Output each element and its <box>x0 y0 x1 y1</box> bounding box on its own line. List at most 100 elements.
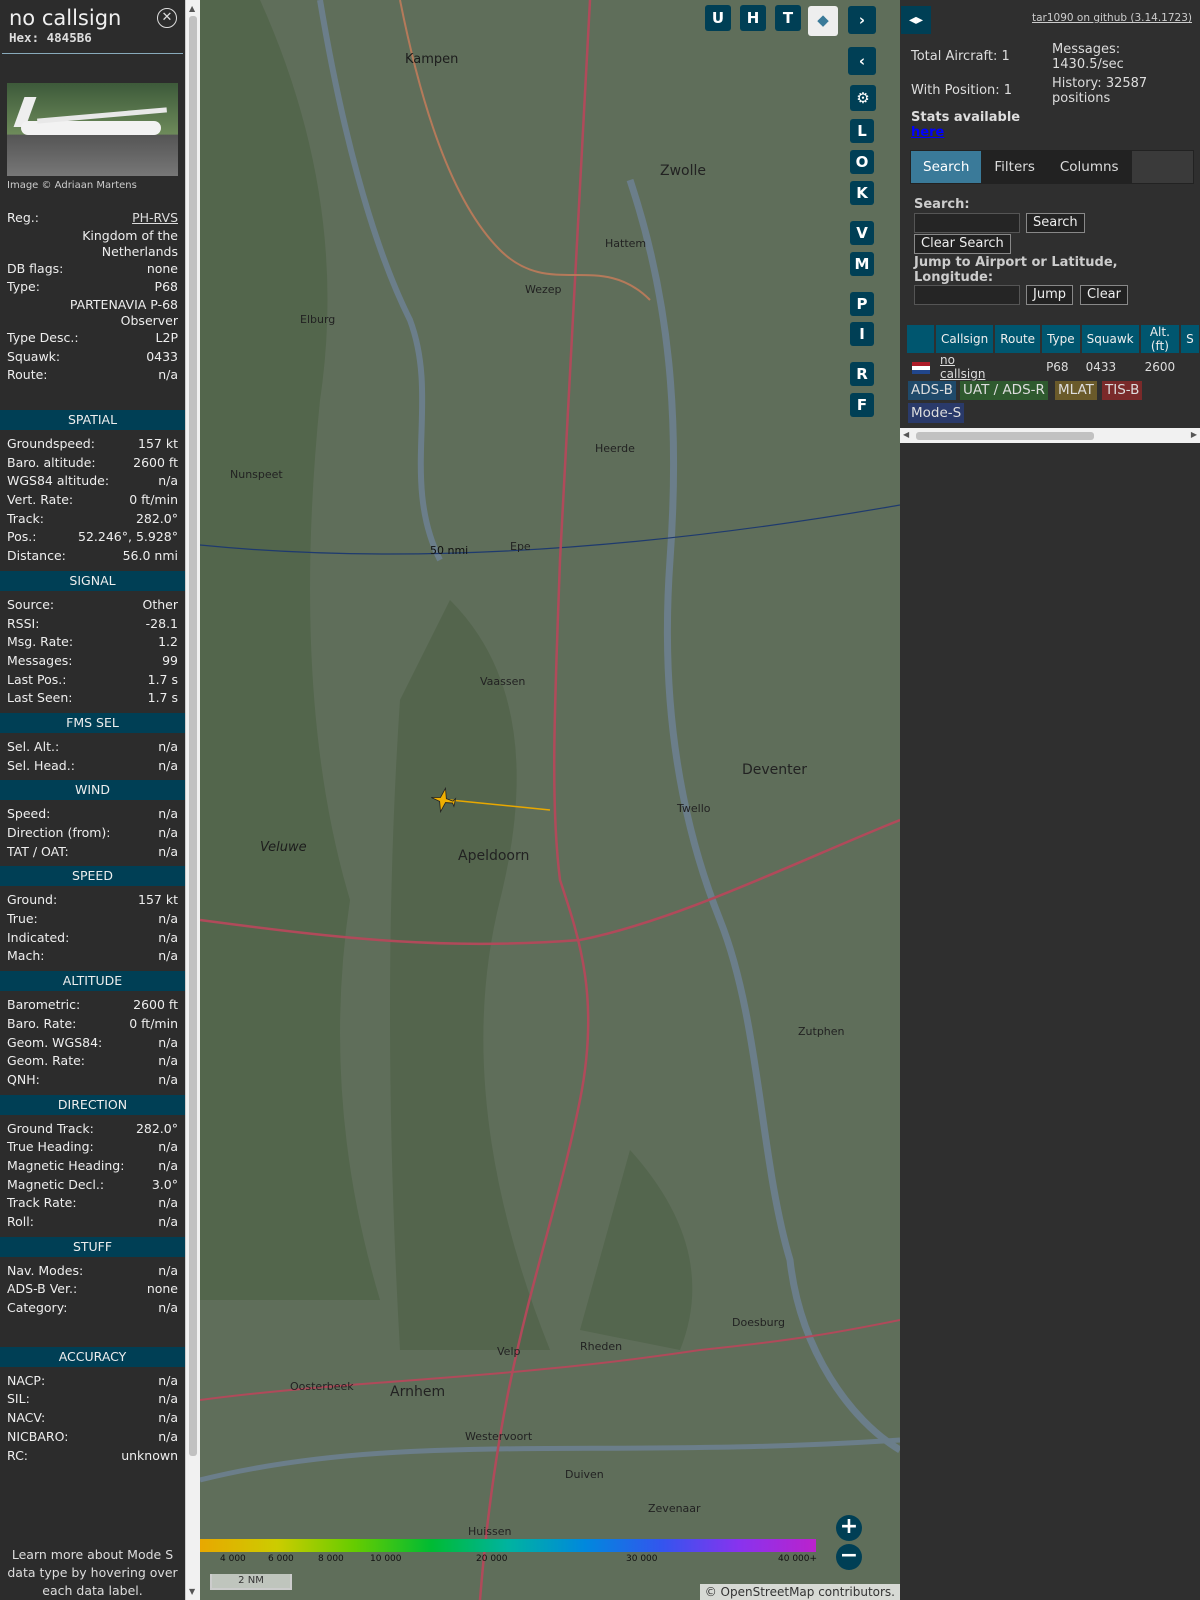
column-header-alt-ft[interactable]: Alt. (ft) <box>1139 325 1182 353</box>
map-button-t[interactable]: T <box>775 5 801 31</box>
info-label: Track Rate: <box>7 1195 77 1211</box>
info-row: Category: n/a <box>0 1299 185 1318</box>
info-value: n/a <box>158 738 178 754</box>
source-badge-tis-b: TIS-B <box>1102 380 1143 400</box>
jump-button[interactable]: Jump <box>1026 285 1073 305</box>
settings-button[interactable]: ⚙ <box>850 85 876 111</box>
map-button-p[interactable]: P <box>850 292 874 316</box>
info-value: unknown <box>121 1447 178 1463</box>
detail-value: L2P <box>155 330 178 346</box>
map-button-v[interactable]: V <box>850 221 874 245</box>
info-row: Track Rate: n/a <box>0 1194 185 1213</box>
expand-collapse-icon: ◂▸ <box>908 12 924 28</box>
map-button-u[interactable]: U <box>705 5 731 31</box>
map-button-m[interactable]: M <box>850 252 874 276</box>
info-row: Msg. Rate: 1.2 <box>0 633 185 652</box>
info-value: n/a <box>158 1428 178 1444</box>
info-row: Last Seen: 1.7 s <box>0 689 185 708</box>
info-row: Nav. Modes: n/a <box>0 1262 185 1281</box>
info-label: Baro. altitude: <box>7 454 96 470</box>
jump-label: Jump to Airport or Latitude, Longitude: <box>914 255 1118 285</box>
history-count: History: 32587 positions <box>1052 76 1148 106</box>
altitude-color-legend <box>200 1539 816 1552</box>
zoom-in-button[interactable]: + <box>836 1515 862 1541</box>
info-value: n/a <box>158 757 178 773</box>
stats-label: Stats available <box>911 110 1021 125</box>
place-label: Kampen <box>405 52 459 67</box>
aircraft-photo[interactable] <box>7 83 178 176</box>
place-label: Duiven <box>565 1468 604 1481</box>
column-header-squawk[interactable]: Squawk <box>1080 325 1141 353</box>
registration-link[interactable]: PH-RVS <box>132 209 178 228</box>
altitude-tick-label: 10 000 <box>370 1554 402 1564</box>
info-label: RC: <box>7 1447 29 1463</box>
info-value: 99 <box>162 652 178 668</box>
zoom-out-button[interactable]: − <box>836 1544 862 1570</box>
info-value: n/a <box>158 1157 178 1173</box>
toggle-sidebar-button[interactable]: ◂▸ <box>901 6 931 34</box>
column-header-route[interactable]: Route <box>994 325 1043 353</box>
map-button-k[interactable]: K <box>850 181 874 205</box>
place-label: Rheden <box>580 1340 623 1353</box>
detail-value: none <box>146 260 178 276</box>
tab-search[interactable]: Search <box>911 151 982 183</box>
column-header-type[interactable]: Type <box>1041 325 1082 353</box>
info-label: Ground: <box>7 892 58 908</box>
info-value: n/a <box>158 1195 178 1211</box>
info-row: Roll: n/a <box>0 1213 185 1232</box>
info-value: n/a <box>158 929 178 945</box>
source-badge-mode-s: Mode-S <box>908 403 965 423</box>
jump-input[interactable] <box>914 285 1020 305</box>
collapse-left-button[interactable]: ‹ <box>848 47 876 75</box>
search-input[interactable] <box>914 213 1020 233</box>
altitude-tick-label: 4 000 <box>220 1554 246 1564</box>
info-row: Magnetic Decl.: 3.0° <box>0 1176 185 1195</box>
expand-right-button[interactable]: › <box>848 6 876 34</box>
info-value: n/a <box>158 911 178 927</box>
map-button-i[interactable]: I <box>850 322 874 346</box>
map-attribution[interactable]: © OpenStreetMap contributors. <box>699 1584 900 1600</box>
minus-icon: − <box>839 1543 859 1568</box>
info-value: none <box>146 1281 178 1297</box>
info-row: Geom. WGS84: n/a <box>0 1034 185 1053</box>
tab-filters[interactable]: Filters <box>982 151 1046 183</box>
callsign-link[interactable]: no callsign <box>940 353 985 381</box>
map-button-o[interactable]: O <box>850 150 874 174</box>
column-header-callsign[interactable]: Callsign <box>935 325 996 353</box>
aircraft-table: Callsign Route Type Squawk Alt. (ft) S no cal… <box>907 325 1200 381</box>
detail-label: Squawk: <box>7 348 61 364</box>
panel-tabs: Search Filters Columns <box>910 150 1194 184</box>
github-link[interactable]: tar1090 on github (3.14.1723) <box>1032 12 1192 24</box>
aircraft-row[interactable]: no callsign P68 0433 2600 <box>907 353 1200 381</box>
altitude-tick-label: 8 000 <box>318 1554 344 1564</box>
map-button-l[interactable]: L <box>850 119 874 143</box>
info-value: 0 ft/min <box>129 1015 178 1031</box>
detail-row: Kingdom of the Netherlands <box>0 228 185 260</box>
table-horizontal-scrollbar[interactable]: ◀ ▶ <box>900 428 1200 443</box>
sidebar-scrollbar[interactable]: ▲ ▼ <box>185 0 200 1600</box>
info-label: Sel. Alt.: <box>7 738 60 754</box>
info-row: Distance: 56.0 nmi <box>0 547 185 566</box>
column-header-s[interactable]: S <box>1180 325 1200 353</box>
map-button-h[interactable]: H <box>740 5 766 31</box>
stats-link[interactable]: here <box>911 125 944 140</box>
with-position: With Position: 1 <box>911 83 1013 98</box>
map-button-f[interactable]: F <box>850 393 874 417</box>
close-icon[interactable]: ✕ <box>157 8 177 28</box>
layers-button[interactable]: ◆ <box>808 6 838 36</box>
detail-row: Type: P68 <box>0 278 185 297</box>
type-cell: P68 <box>1041 353 1081 381</box>
section-header-fms-sel: FMS SEL <box>0 712 185 733</box>
tab-columns[interactable]: Columns <box>1048 151 1131 183</box>
altitude-tick-label: 30 000 <box>626 1554 658 1564</box>
search-button[interactable]: Search <box>1026 213 1085 233</box>
callsign-cell[interactable]: no callsign <box>935 353 995 381</box>
info-row: Sel. Head.: n/a <box>0 757 185 776</box>
source-badge-ads-b: ADS-B <box>908 380 956 400</box>
map-button-r[interactable]: R <box>850 362 874 386</box>
clear-button[interactable]: Clear <box>1080 285 1128 305</box>
clear-search-button[interactable]: Clear Search <box>914 234 1011 254</box>
map-view[interactable]: Kampen Zwolle Hattem Wezep Elburg Heerde Nunsp… <box>200 0 900 1600</box>
gear-icon: ⚙ <box>856 89 870 107</box>
